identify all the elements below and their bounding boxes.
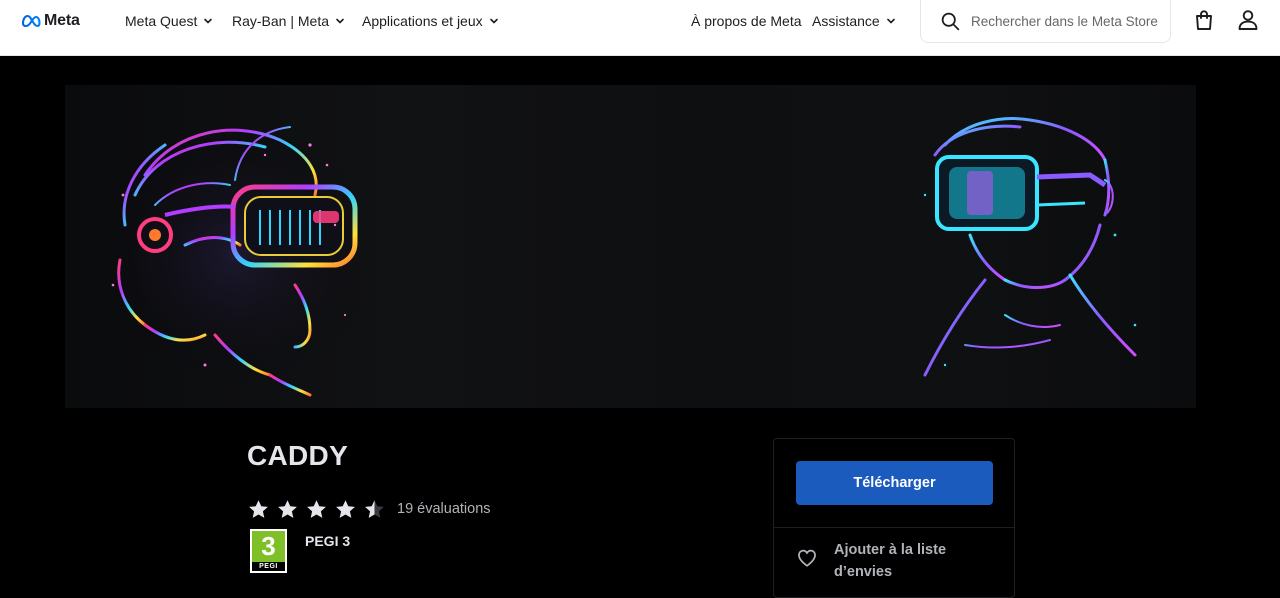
pegi-rating-badge: 3 PEGI (250, 529, 287, 573)
meta-logo[interactable]: Meta (21, 11, 80, 31)
rating-summary[interactable]: 19 évaluations (247, 496, 491, 522)
app-title: CADDY (247, 440, 349, 471)
cart-button[interactable] (1192, 8, 1216, 32)
chevron-down-icon (204, 18, 213, 24)
ratings-count[interactable]: 19 évaluations (397, 501, 491, 517)
account-button[interactable] (1236, 8, 1260, 32)
search-box[interactable] (920, 0, 1171, 43)
star-icon (336, 499, 355, 518)
nav-support[interactable]: Assistance (812, 11, 896, 31)
nav-ray-ban-meta-label: Ray-Ban | Meta (232, 13, 330, 29)
purchase-panel: Télécharger Ajouter à la liste d’envies (773, 438, 1015, 598)
search-input[interactable] (971, 13, 1161, 29)
chevron-down-icon (489, 18, 498, 24)
pegi-badge-word: PEGI (252, 562, 285, 571)
chevron-down-icon (336, 18, 344, 24)
nav-apps-games-label: Applications et jeux (362, 13, 483, 29)
nav-ray-ban-meta[interactable]: Ray-Ban | Meta (232, 11, 345, 31)
meta-infinity-icon (21, 14, 41, 28)
half-star-icon (365, 499, 384, 518)
download-button[interactable]: Télécharger (796, 461, 993, 505)
panel-divider (774, 527, 1014, 528)
age-rating-label: PEGI 3 (305, 533, 351, 549)
vr-neon-artwork (85, 115, 1137, 397)
star-icon (307, 499, 326, 518)
search-icon (941, 12, 960, 30)
nav-support-label: Assistance (812, 13, 880, 29)
nav-about-meta-label: À propos de Meta (691, 13, 802, 29)
nav-meta-quest[interactable]: Meta Quest (125, 11, 213, 31)
pegi-badge-number: 3 (261, 531, 276, 561)
wishlist-label: Ajouter à la liste d’envies (834, 542, 947, 580)
star-icon (278, 499, 297, 518)
heart-icon (798, 549, 816, 567)
shopping-bag-icon (1196, 10, 1212, 30)
user-icon (1238, 10, 1258, 30)
add-to-wishlist-button[interactable]: Ajouter à la liste d’envies (796, 539, 996, 583)
nav-about-meta[interactable]: À propos de Meta (691, 11, 802, 31)
brand-name: Meta (44, 12, 80, 29)
nav-meta-quest-label: Meta Quest (125, 13, 198, 29)
top-navigation-bar: Meta Meta Quest Ray-Ban | Meta Applicati… (0, 0, 1280, 56)
nav-apps-games[interactable]: Applications et jeux (362, 11, 499, 31)
star-rating (247, 498, 386, 521)
star-icon (249, 499, 268, 518)
chevron-down-icon (886, 18, 895, 24)
hero-banner-image (65, 85, 1196, 408)
